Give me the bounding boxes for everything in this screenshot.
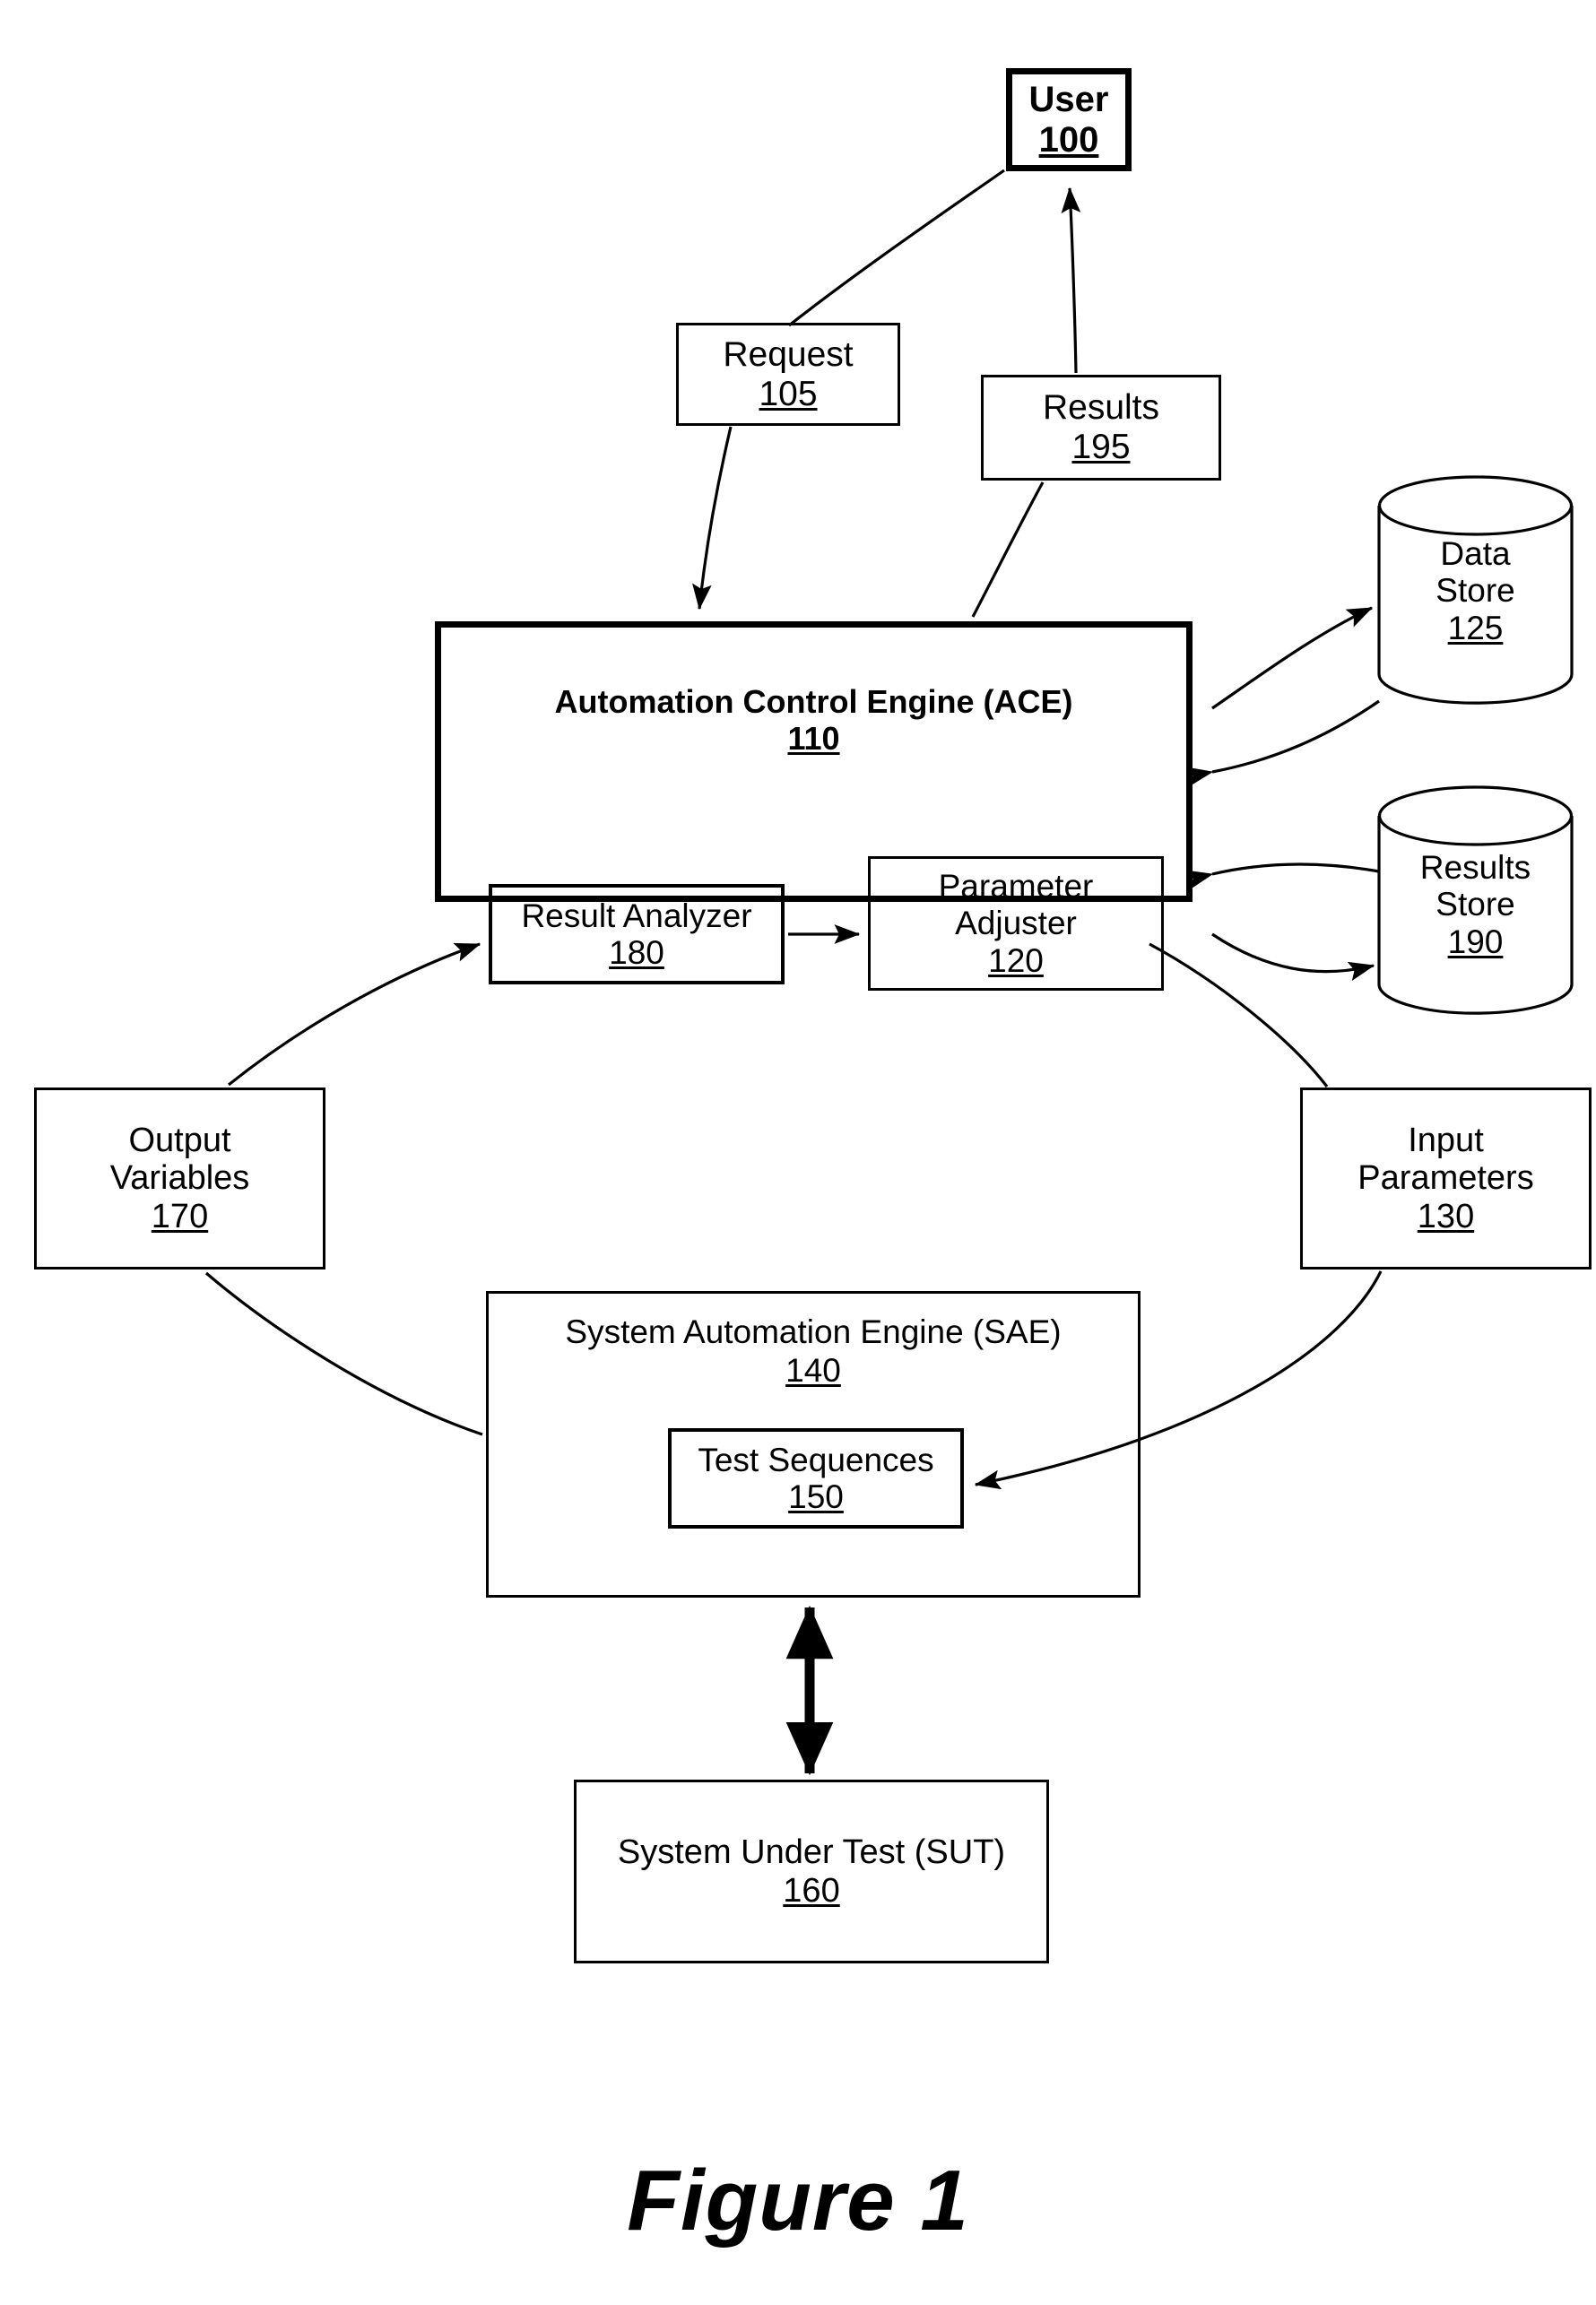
node-result-analyzer[interactable]: Result Analyzer 180: [489, 884, 785, 984]
node-results-store-ref: 190: [1447, 923, 1504, 960]
node-results-store-title-line1: Results: [1419, 848, 1531, 886]
node-input-parameters-ref: 130: [1417, 1197, 1475, 1235]
connector-ace-to-data-store: [1211, 606, 1374, 710]
node-test-sequences[interactable]: Test Sequences 150: [668, 1428, 964, 1529]
node-parameter-adjuster-title-line1: Parameter: [938, 867, 1094, 905]
node-sae-title: System Automation Engine (SAE): [565, 1313, 1062, 1350]
connector-results-label-to-user: [1061, 186, 1081, 374]
node-request-title: Request: [723, 334, 854, 374]
node-results-store[interactable]: Results Store 190: [1379, 837, 1572, 972]
node-results-store-title-line2: Store: [1436, 886, 1515, 923]
node-data-store-ref: 125: [1447, 609, 1504, 646]
node-data-store-title-line1: Data: [1440, 534, 1511, 572]
node-output-variables-title-line2: Variables: [109, 1159, 250, 1198]
connector-sae-to-output-vars: [204, 1271, 483, 1436]
node-result-analyzer-title: Result Analyzer: [521, 897, 752, 934]
node-results-label-ref: 195: [1071, 428, 1131, 466]
connector-request-to-ace: [692, 426, 733, 611]
node-results-label-title: Results: [1042, 388, 1160, 428]
node-output-variables-title-line1: Output: [128, 1121, 231, 1159]
node-ace-title: Automation Control Engine (ACE): [554, 683, 1073, 720]
connector-output-vars-to-analyzer: [228, 942, 481, 1087]
connector-adjuster-to-input-params: [1149, 942, 1329, 1088]
node-system-under-test[interactable]: System Under Test (SUT) 160: [574, 1780, 1049, 1963]
node-request[interactable]: Request 105: [676, 323, 900, 426]
node-data-store-title-line2: Store: [1436, 572, 1515, 610]
node-output-variables[interactable]: Output Variables 170: [34, 1088, 325, 1269]
node-user-title: User: [1028, 79, 1109, 119]
node-result-analyzer-ref: 180: [609, 934, 664, 971]
node-sae-ref: 140: [785, 1351, 841, 1389]
node-parameter-adjuster[interactable]: Parameter Adjuster 120: [868, 856, 1164, 991]
figure-sheet: User 100 Request 105 Results 195 Automat…: [0, 0, 1596, 2305]
node-user-ref: 100: [1038, 119, 1099, 160]
node-system-under-test-ref: 160: [783, 1871, 840, 1910]
node-request-ref: 105: [759, 374, 818, 413]
node-user[interactable]: User 100: [1006, 68, 1132, 171]
node-data-store[interactable]: Data Store 125: [1379, 524, 1572, 658]
connector-user-to-request: [788, 169, 1005, 327]
connector-results-store-to-ace: [1185, 862, 1380, 889]
node-input-parameters-title-line1: Input: [1408, 1121, 1484, 1159]
node-ace-heading: Automation Control Engine (ACE) 110: [441, 683, 1186, 758]
node-test-sequences-ref: 150: [788, 1478, 844, 1515]
node-input-parameters-title-line2: Parameters: [1357, 1159, 1534, 1198]
node-test-sequences-title: Test Sequences: [698, 1441, 934, 1478]
node-ace-ref: 110: [787, 720, 840, 758]
connector-ace-to-results-store: [1211, 932, 1375, 982]
node-results-label[interactable]: Results 195: [981, 375, 1221, 481]
node-input-parameters[interactable]: Input Parameters 130: [1300, 1088, 1592, 1269]
node-sae-heading: System Automation Engine (SAE) 140: [489, 1313, 1138, 1391]
connector-data-store-to-ace: [1185, 699, 1380, 786]
figure-caption: Figure 1: [627, 2153, 969, 2249]
node-system-under-test-title: System Under Test (SUT): [617, 1833, 1006, 1871]
connector-ace-to-results-label: [971, 481, 1045, 618]
node-parameter-adjuster-title-line2: Adjuster: [955, 905, 1077, 942]
node-output-variables-ref: 170: [151, 1197, 209, 1235]
node-parameter-adjuster-ref: 120: [988, 941, 1044, 979]
